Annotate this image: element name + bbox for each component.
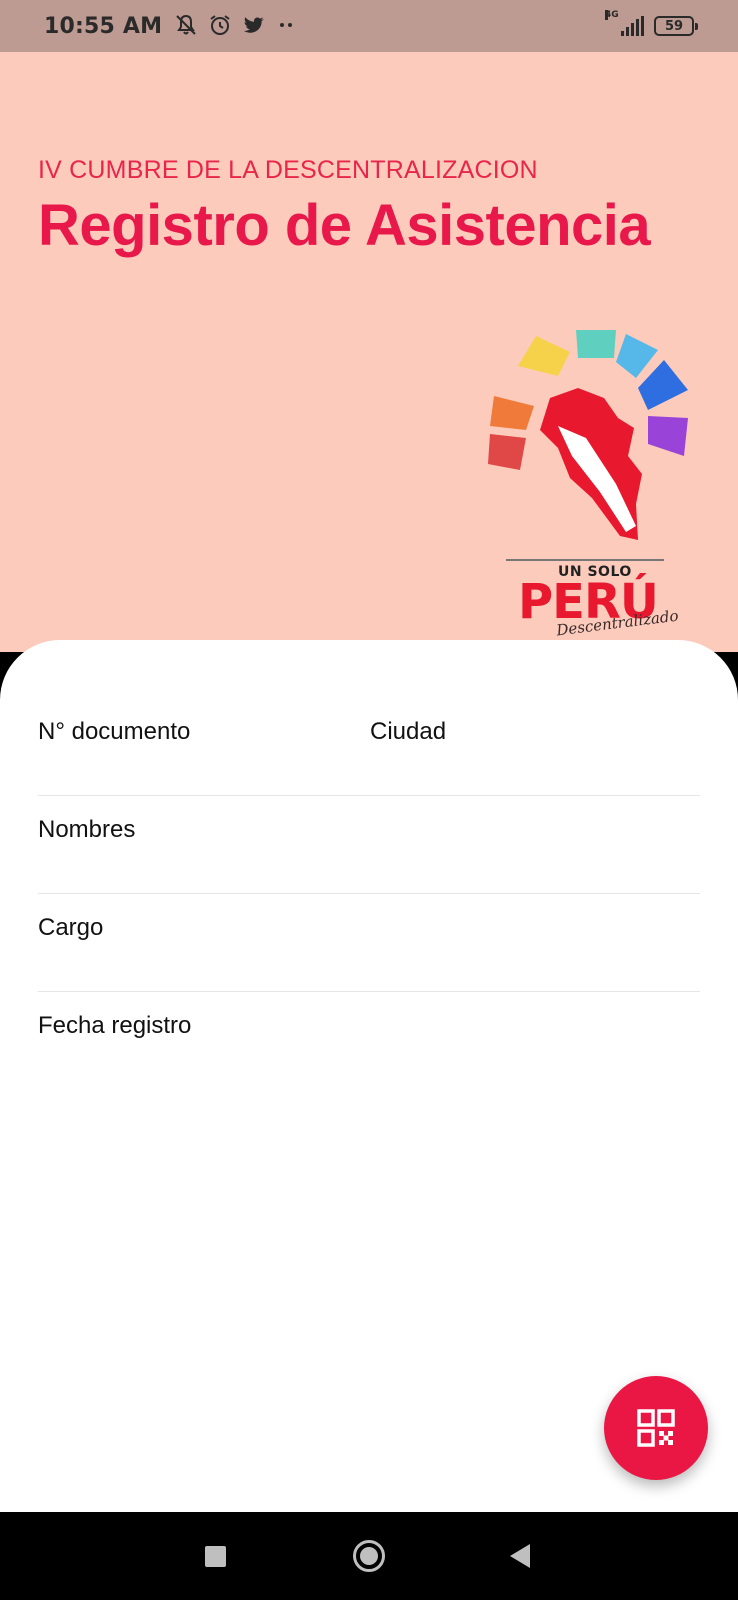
- position-label: Cargo: [38, 914, 104, 941]
- status-notification-icons: [174, 13, 296, 40]
- event-logo: UN SOLO PERÚ Descentralizado: [488, 278, 708, 639]
- scan-qr-button[interactable]: [604, 1376, 708, 1480]
- date-row: Fecha registro: [38, 1012, 700, 1040]
- position-row: Cargo: [38, 914, 700, 942]
- network-type: 4G: [605, 10, 619, 20]
- qr-code-icon: [637, 1409, 675, 1447]
- event-subtitle: IV CUMBRE DE LA DESCENTRALIZACION: [38, 156, 538, 184]
- city-label: Ciudad: [370, 718, 447, 745]
- twitter-icon: [242, 13, 266, 40]
- recents-button[interactable]: [205, 1546, 226, 1567]
- status-time: 10:55 AM: [44, 13, 163, 39]
- battery-level: 59: [664, 18, 684, 34]
- alarm-icon: [208, 13, 232, 40]
- names-label: Nombres: [38, 816, 136, 843]
- status-system-icons: 4G 59: [605, 10, 698, 36]
- divider: [38, 893, 700, 894]
- names-row: Nombres: [38, 816, 700, 844]
- attendance-card: N° documento Ciudad Nombres Cargo Fecha …: [0, 640, 738, 1512]
- notifications-off-icon: [174, 13, 198, 40]
- page-title: Registro de Asistencia: [38, 193, 651, 258]
- signal-icon: 4G: [605, 10, 644, 36]
- document-row: N° documento Ciudad: [38, 718, 700, 746]
- status-bar: 10:55 AM 4G 59: [0, 0, 738, 52]
- back-button[interactable]: [510, 1544, 530, 1568]
- more-dots-icon: [276, 15, 296, 38]
- home-button[interactable]: [353, 1540, 385, 1572]
- divider: [38, 795, 700, 796]
- divider: [38, 991, 700, 992]
- system-navigation-bar: [0, 1512, 738, 1600]
- battery-icon: 59: [654, 16, 698, 36]
- date-label: Fecha registro: [38, 1012, 192, 1039]
- document-label: N° documento: [38, 718, 191, 745]
- header-banner: IV CUMBRE DE LA DESCENTRALIZACION Regist…: [0, 52, 738, 652]
